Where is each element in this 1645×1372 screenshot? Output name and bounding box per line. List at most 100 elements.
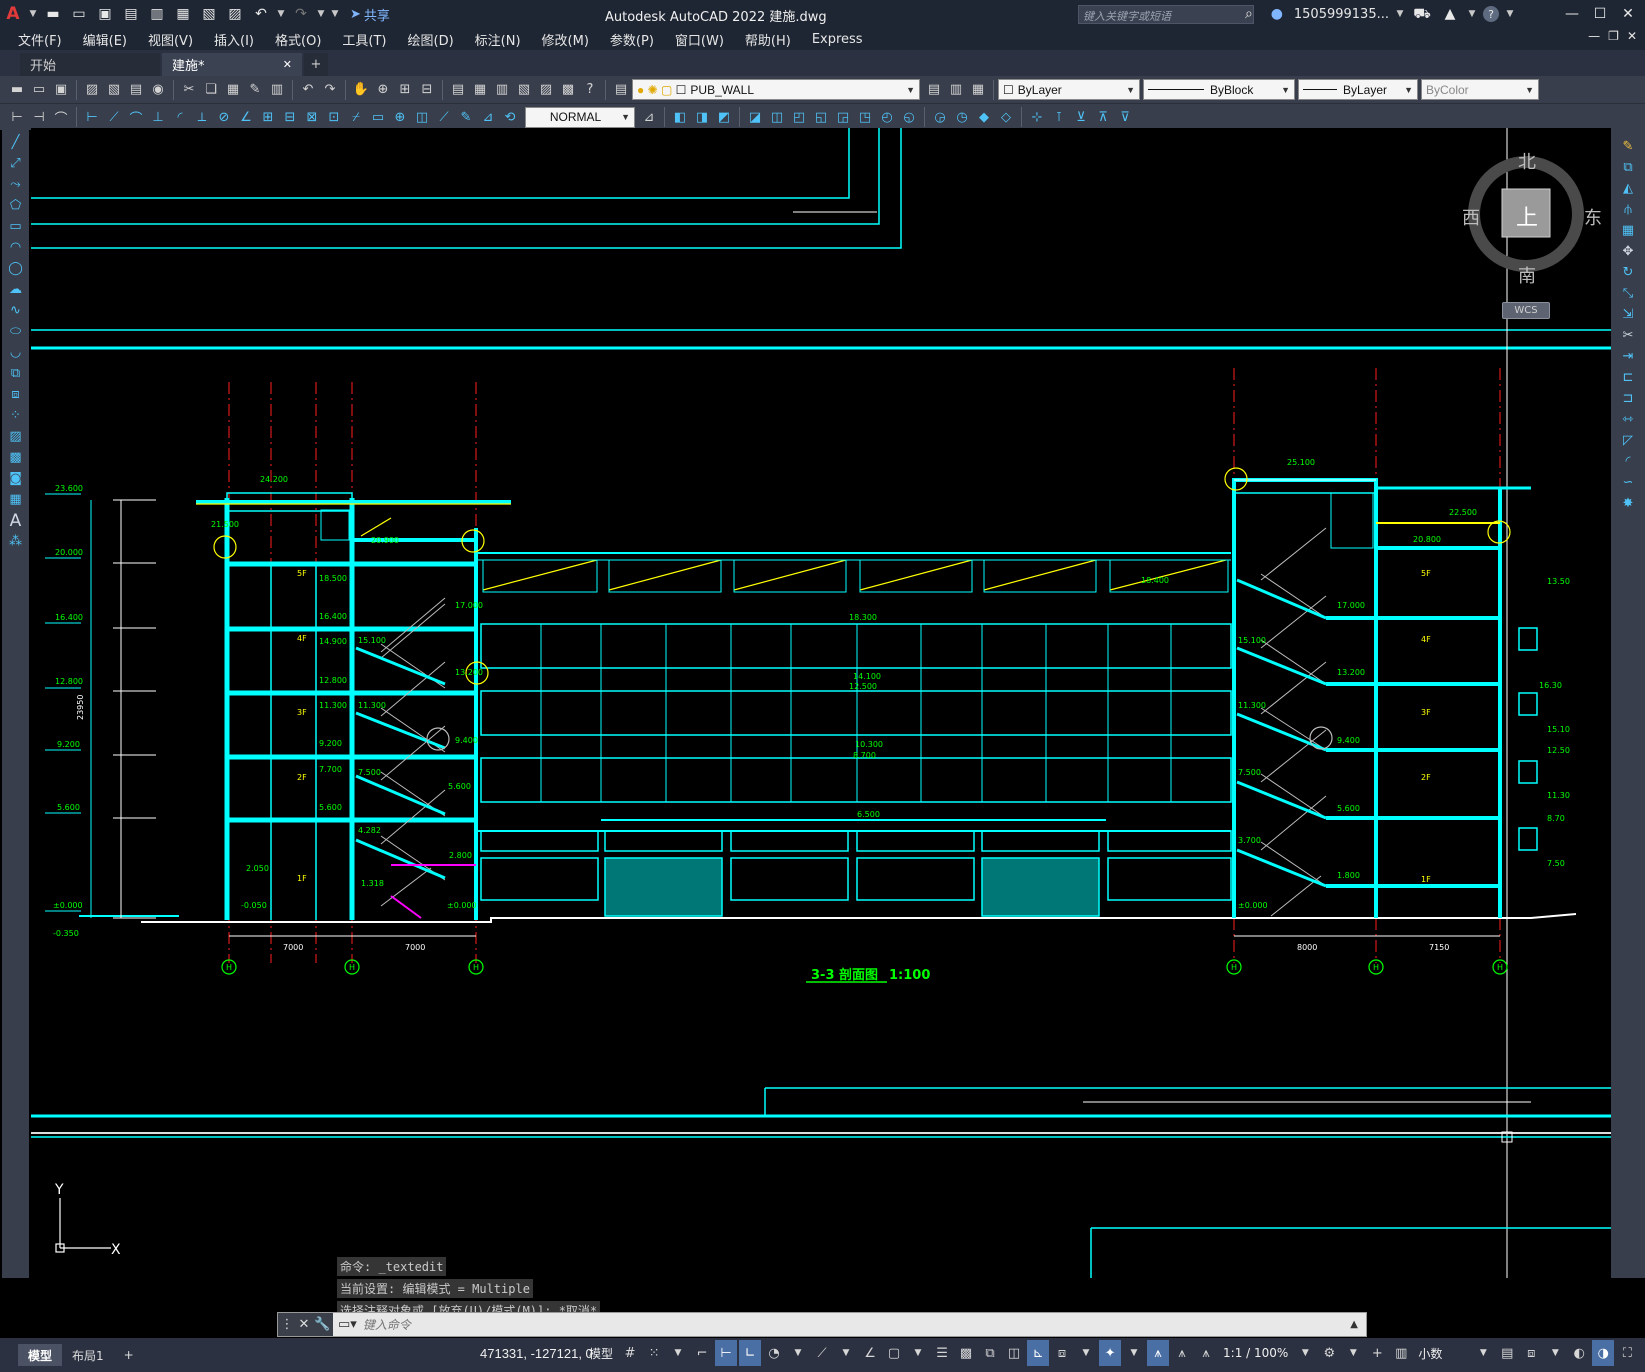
- shade-icon[interactable]: ◶: [929, 106, 951, 128]
- isolate-objects-icon[interactable]: ◐: [1568, 1340, 1590, 1366]
- menu-edit[interactable]: 编辑(E): [83, 30, 127, 49]
- loft-icon[interactable]: ◱: [810, 106, 832, 128]
- linetype-dropdown[interactable]: ByBlock ▼: [1143, 79, 1295, 100]
- arc-icon[interactable]: ◠: [5, 237, 27, 258]
- polyline-icon[interactable]: ⤳: [5, 174, 27, 195]
- dim-style-icon[interactable]: ⊿: [638, 106, 660, 128]
- jogged-linear-icon[interactable]: ⟋: [433, 106, 455, 128]
- dim-arc-icon[interactable]: ⌒: [50, 106, 72, 128]
- infer-constraints-icon[interactable]: ⌐: [691, 1340, 713, 1366]
- cut-icon[interactable]: ✂: [178, 79, 200, 101]
- break-at-point-icon[interactable]: ⊏: [1617, 367, 1639, 388]
- copy-icon[interactable]: ❏: [200, 79, 222, 101]
- menu-tools[interactable]: 工具(T): [342, 30, 386, 49]
- redo-dropdown-icon[interactable]: ▼: [316, 3, 326, 25]
- quick-dim-icon[interactable]: ⊞: [257, 106, 279, 128]
- doc-restore-button[interactable]: ❐: [1608, 29, 1619, 43]
- ellipse-icon[interactable]: ⬭: [5, 321, 27, 342]
- hatch-icon[interactable]: ▨: [5, 426, 27, 447]
- lights-icon[interactable]: ◇: [995, 106, 1017, 128]
- layer-dropdown[interactable]: ● ✺ ▢ ☐ PUB_WALL ▼: [632, 79, 920, 100]
- grid-icon[interactable]: #: [619, 1340, 641, 1366]
- make-block-icon[interactable]: ⧈: [5, 384, 27, 405]
- undo-icon[interactable]: ↶: [297, 79, 319, 101]
- cart-icon[interactable]: ⛟: [1411, 3, 1433, 25]
- color-dropdown[interactable]: ☐ ByLayer ▼: [998, 79, 1140, 100]
- 3d-dwf-icon[interactable]: ◉: [147, 79, 169, 101]
- viewcube-south[interactable]: 南: [1518, 262, 1536, 288]
- menu-draw[interactable]: 绘图(D): [408, 30, 454, 49]
- point-icon[interactable]: ⁘: [5, 405, 27, 426]
- command-recent-icon[interactable]: ▭▾: [338, 1317, 357, 1332]
- import-icon[interactable]: ▦: [172, 3, 194, 25]
- viewcube-north[interactable]: 北: [1518, 148, 1536, 174]
- help-icon[interactable]: ?: [579, 79, 601, 101]
- chevron-down-icon[interactable]: ▼: [1075, 1340, 1097, 1366]
- menu-dimension[interactable]: 标注(N): [475, 30, 521, 49]
- annotation-scale-value[interactable]: 1:1 / 100%: [1219, 1346, 1292, 1360]
- lineweight-dropdown[interactable]: ByLayer ▼: [1298, 79, 1418, 100]
- undo-icon[interactable]: ↶: [250, 3, 272, 25]
- layer-properties-icon[interactable]: ▤: [610, 79, 632, 101]
- save-as-icon[interactable]: ▤: [120, 3, 142, 25]
- dim-jogged-icon[interactable]: ⟂: [191, 106, 213, 128]
- insert-block-icon[interactable]: ⧉: [5, 363, 27, 384]
- command-input[interactable]: 键入命令: [363, 1316, 411, 1333]
- object-snap-tracking-icon[interactable]: ∠: [859, 1340, 881, 1366]
- lineweight-icon[interactable]: ☰: [931, 1340, 953, 1366]
- minimize-button[interactable]: —: [1561, 3, 1583, 25]
- dim-diameter-icon[interactable]: ⊘: [213, 106, 235, 128]
- zoom-previous-icon[interactable]: ⊟: [416, 79, 438, 101]
- open-folder-icon[interactable]: ▭: [68, 3, 90, 25]
- customization-icon[interactable]: ≡: [1640, 1340, 1645, 1366]
- line-icon[interactable]: ╱: [5, 132, 27, 153]
- block-editor-icon[interactable]: ▥: [266, 79, 288, 101]
- ucs-icon[interactable]: ⊹: [1026, 106, 1048, 128]
- ucs-face-icon[interactable]: ⊼: [1092, 106, 1114, 128]
- menu-format[interactable]: 格式(O): [275, 30, 321, 49]
- dim-space-icon[interactable]: ⊡: [323, 106, 345, 128]
- doc-minimize-button[interactable]: —: [1588, 29, 1600, 43]
- table-icon[interactable]: ▦: [5, 489, 27, 510]
- intersect-icon[interactable]: ◴: [876, 106, 898, 128]
- dim-edit-icon[interactable]: ✎: [455, 106, 477, 128]
- properties-icon[interactable]: ▤: [447, 79, 469, 101]
- menu-express[interactable]: Express: [812, 32, 863, 47]
- chevron-down-icon[interactable]: ▼: [1342, 1340, 1364, 1366]
- sweep-icon[interactable]: ◰: [788, 106, 810, 128]
- new-tab-button[interactable]: +: [304, 53, 328, 76]
- maximize-button[interactable]: ☐: [1589, 3, 1611, 25]
- ucs-object-icon[interactable]: ⊽: [1114, 106, 1136, 128]
- clean-screen-icon[interactable]: ⛶: [1616, 1340, 1638, 1366]
- chevron-down-icon[interactable]: ▼: [907, 1340, 929, 1366]
- open-icon[interactable]: ▭: [28, 79, 50, 101]
- region-icon[interactable]: ◙: [5, 468, 27, 489]
- viewcube-east[interactable]: 东: [1584, 204, 1602, 230]
- save-icon[interactable]: ▣: [94, 3, 116, 25]
- chevron-down-icon[interactable]: ▼: [1505, 3, 1515, 25]
- selection-filter-icon[interactable]: ⧈: [1051, 1340, 1073, 1366]
- lock-ui-icon[interactable]: ⧈: [1520, 1340, 1542, 1366]
- web-save-icon[interactable]: ▥: [146, 3, 168, 25]
- slice-icon[interactable]: ◵: [898, 106, 920, 128]
- print-icon[interactable]: ▨: [224, 3, 246, 25]
- coordinate-readout[interactable]: 471331, -127121, 0: [480, 1346, 593, 1361]
- blend-curves-icon[interactable]: ∽: [1617, 472, 1639, 493]
- subtract-icon[interactable]: ◳: [854, 106, 876, 128]
- isodraft-icon[interactable]: ⟋: [811, 1340, 833, 1366]
- annotation-monitor-icon[interactable]: +: [1366, 1340, 1388, 1366]
- tool-palettes-icon[interactable]: ▥: [491, 79, 513, 101]
- help-icon[interactable]: ?: [1483, 6, 1499, 22]
- plot-preview-icon[interactable]: ▧: [103, 79, 125, 101]
- zoom-window-icon[interactable]: ⊞: [394, 79, 416, 101]
- rectangle-icon[interactable]: ▭: [5, 216, 27, 237]
- user-icon[interactable]: ●: [1266, 3, 1288, 25]
- polar-tracking-icon[interactable]: ◔: [763, 1340, 785, 1366]
- menu-window[interactable]: 窗口(W): [675, 30, 724, 49]
- menu-help[interactable]: 帮助(H): [745, 30, 791, 49]
- dim-continue-icon[interactable]: ⊠: [301, 106, 323, 128]
- explode-icon[interactable]: ✸: [1617, 493, 1639, 514]
- sheet-set-icon[interactable]: ▧: [513, 79, 535, 101]
- break-icon[interactable]: ⊐: [1617, 388, 1639, 409]
- tab-start[interactable]: 开始: [20, 53, 160, 76]
